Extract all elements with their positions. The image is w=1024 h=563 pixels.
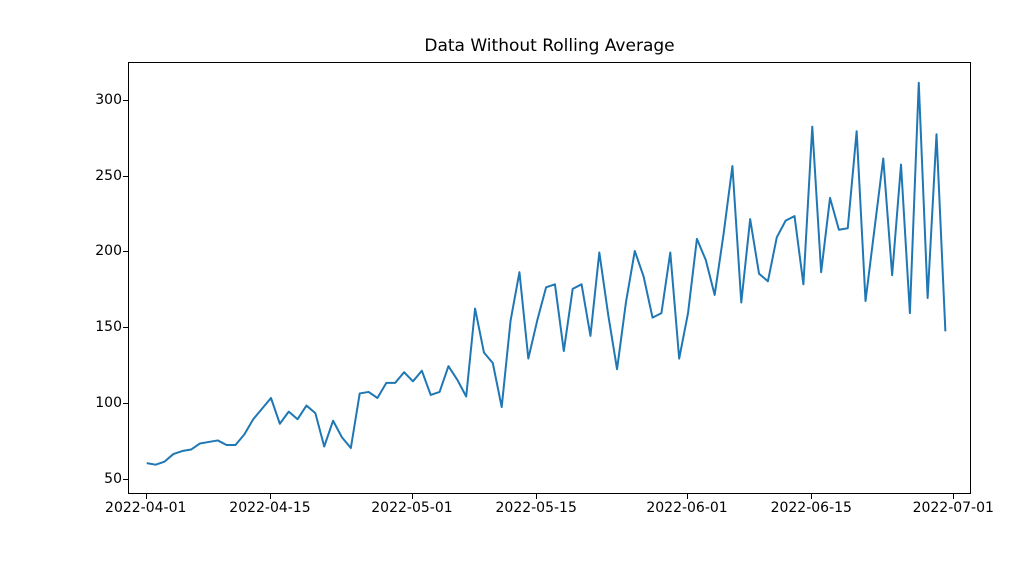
plot-area [128, 62, 971, 494]
x-tick-label: 2022-04-01 [105, 500, 186, 516]
x-tick-label: 2022-05-01 [371, 500, 452, 516]
y-tick-mark [123, 479, 128, 480]
y-tick-label: 50 [62, 471, 122, 487]
x-tick-label: 2022-04-15 [229, 500, 310, 516]
y-tick-mark [123, 100, 128, 101]
data-line [147, 83, 946, 465]
x-tick-label: 2022-07-01 [913, 500, 994, 516]
y-tick-mark [123, 327, 128, 328]
x-tick-mark [953, 494, 954, 499]
line-chart-svg [129, 63, 972, 495]
x-tick-mark [146, 494, 147, 499]
y-tick-label: 150 [62, 319, 122, 335]
x-tick-mark [687, 494, 688, 499]
y-tick-mark [123, 176, 128, 177]
x-tick-label: 2022-06-15 [771, 500, 852, 516]
x-tick-mark [412, 494, 413, 499]
chart-title: Data Without Rolling Average [128, 36, 971, 56]
x-tick-mark [811, 494, 812, 499]
y-tick-label: 100 [62, 395, 122, 411]
chart-container [128, 62, 971, 494]
y-tick-mark [123, 251, 128, 252]
y-tick-label: 250 [62, 168, 122, 184]
y-tick-mark [123, 403, 128, 404]
y-tick-label: 200 [62, 243, 122, 259]
y-tick-label: 300 [62, 92, 122, 108]
x-tick-mark [270, 494, 271, 499]
x-tick-label: 2022-05-15 [496, 500, 577, 516]
x-tick-label: 2022-06-01 [646, 500, 727, 516]
x-tick-mark [536, 494, 537, 499]
